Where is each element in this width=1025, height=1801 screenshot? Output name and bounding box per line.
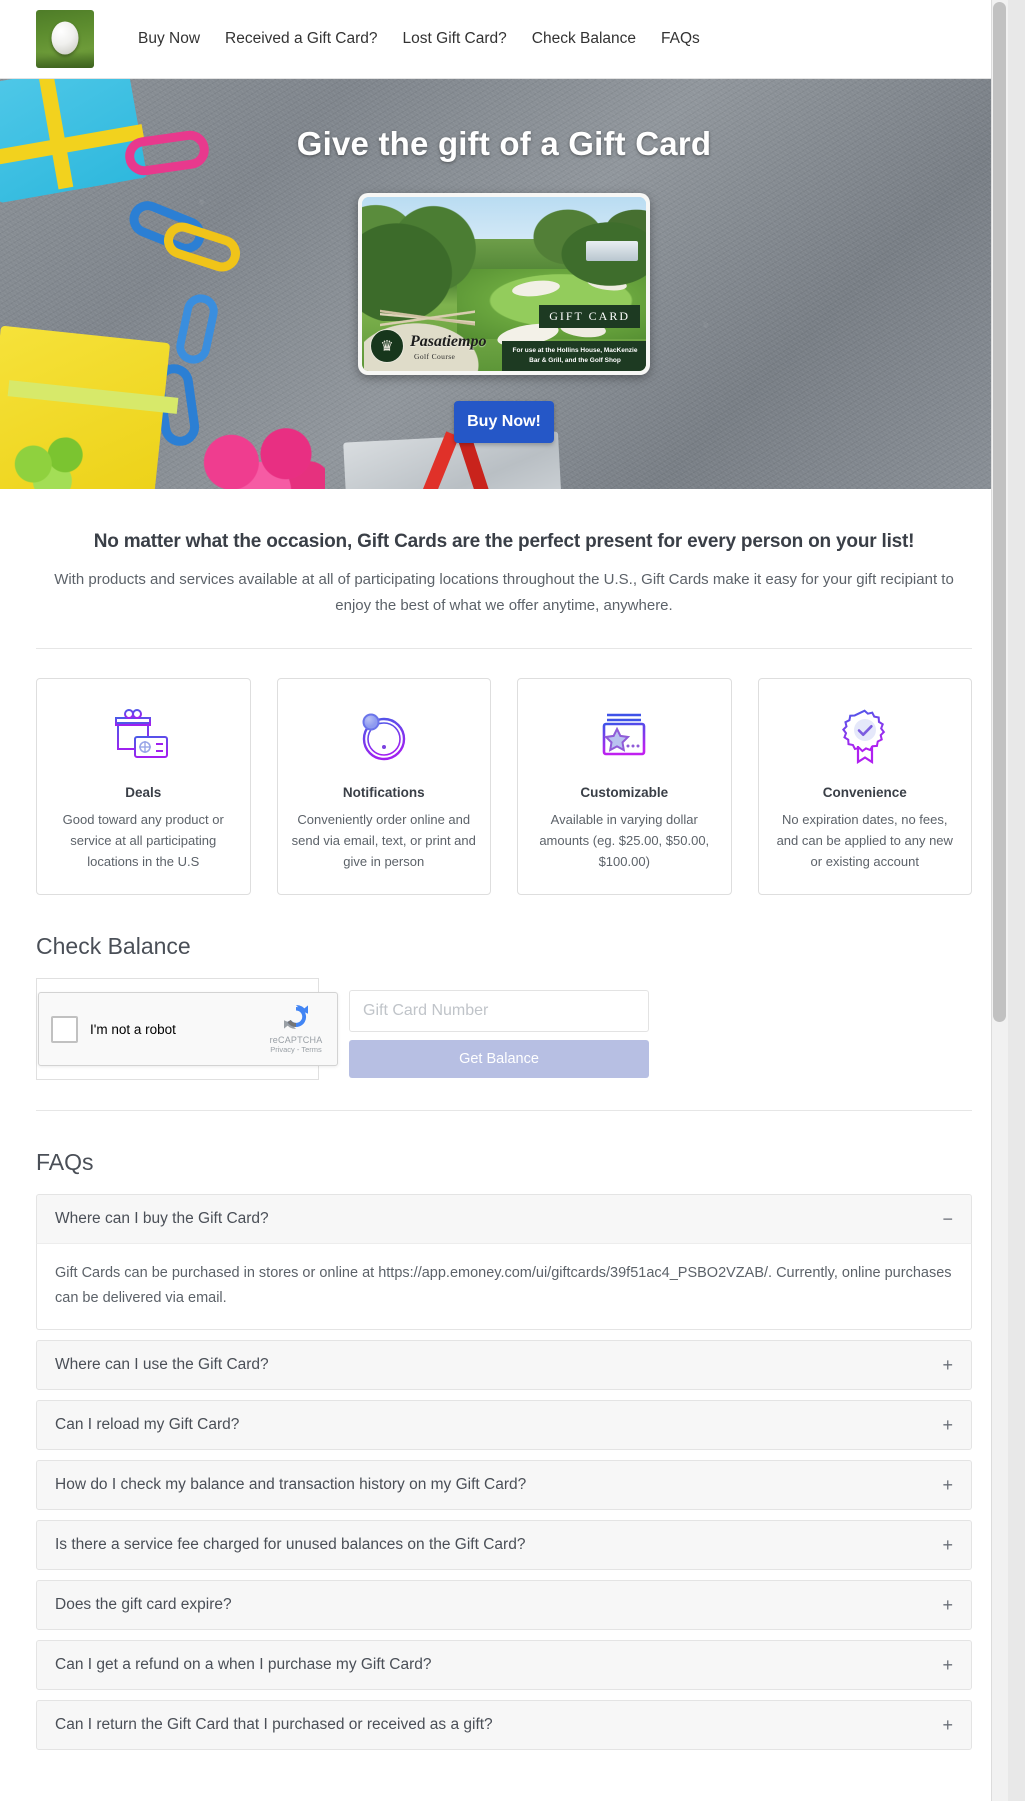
intro-heading: No matter what the occasion, Gift Cards … xyxy=(93,531,915,552)
gift-card-crest-icon: ♛ xyxy=(370,329,404,363)
feature-description: Conveniently order online and send via e… xyxy=(291,812,476,870)
feature-card-deals: Deals Good toward any product or service… xyxy=(36,678,251,896)
gift-card-image: ♛ Pasatiempo Golf Course GIFT CARD For u… xyxy=(358,193,650,375)
faq-item: How do I check my balance and transactio… xyxy=(36,1460,972,1511)
get-balance-button[interactable]: Get Balance xyxy=(349,1040,649,1079)
faq-question-text: Can I get a refund on a when I purchase … xyxy=(55,1656,432,1674)
faq-question-text: Does the gift card expire? xyxy=(55,1596,232,1614)
gift-card-clubhouse xyxy=(586,241,638,261)
balance-inputs: Get Balance xyxy=(349,978,649,1079)
gift-card-footer-text: For use at the Hollins House, MacKenzie … xyxy=(502,341,646,371)
faq-item: Where can I use the Gift Card? + xyxy=(36,1340,972,1391)
faq-question-text: Is there a service fee charged for unuse… xyxy=(55,1536,526,1554)
feature-description: Good toward any product or service at al… xyxy=(62,812,224,870)
feature-card-customizable: Customizable Available in varying dollar… xyxy=(517,678,732,896)
plus-icon[interactable]: + xyxy=(942,1476,953,1494)
faq-question-toggle[interactable]: Can I get a refund on a when I purchase … xyxy=(36,1640,972,1691)
feature-title: Deals xyxy=(125,785,162,800)
faq-question-toggle[interactable]: How do I check my balance and transactio… xyxy=(36,1460,972,1511)
nav-link-buy-now[interactable]: Buy Now xyxy=(138,24,200,54)
plus-icon[interactable]: + xyxy=(942,1356,953,1374)
faq-question-toggle[interactable]: Is there a service fee charged for unuse… xyxy=(36,1520,972,1571)
feature-description: No expiration dates, no fees, and can be… xyxy=(776,812,953,870)
recaptcha-brand-name: reCAPTCHA xyxy=(269,1035,323,1046)
recaptcha-branding: reCAPTCHA Privacy - Terms xyxy=(265,1000,327,1054)
top-navigation-bar: Buy Now Received a Gift Card? Lost Gift … xyxy=(0,0,1008,79)
buy-now-button[interactable]: Buy Now! xyxy=(454,401,554,443)
feature-card-convenience: Convenience No expiration dates, no fees… xyxy=(757,678,972,896)
feature-description: Available in varying dollar amounts (eg.… xyxy=(539,812,710,870)
recaptcha-checkbox[interactable] xyxy=(51,1015,78,1043)
intro-paragraph: With products and services available at … xyxy=(54,571,954,614)
gift-card-label: GIFT CARD xyxy=(539,305,640,328)
hero-title: Give the gift of a Gift Card xyxy=(296,125,712,162)
gift-card-brand-sub: Golf Course xyxy=(414,352,456,361)
faq-question-text: How do I check my balance and transactio… xyxy=(55,1476,527,1494)
gift-card-brand-name: Pasatiempo xyxy=(410,333,487,350)
nav-link-lost-gift-card[interactable]: Lost Gift Card? xyxy=(403,24,507,54)
recaptcha-logo-icon xyxy=(279,1000,313,1034)
section-divider-2 xyxy=(36,1110,972,1112)
plus-icon[interactable]: + xyxy=(942,1536,953,1554)
plus-icon[interactable]: + xyxy=(942,1416,953,1434)
check-balance-title: Check Balance xyxy=(36,933,191,960)
faq-question-toggle[interactable]: Where can I use the Gift Card? + xyxy=(36,1340,972,1391)
gift-card-artwork: ♛ Pasatiempo Golf Course GIFT CARD For u… xyxy=(362,197,646,371)
faq-question-text: Where can I buy the Gift Card? xyxy=(55,1210,269,1228)
star-card-icon xyxy=(532,705,717,767)
faq-item: Where can I buy the Gift Card? − Gift Ca… xyxy=(36,1194,972,1331)
faq-item: Can I get a refund on a when I purchase … xyxy=(36,1640,972,1691)
page-root: Buy Now Received a Gift Card? Lost Gift … xyxy=(0,0,1008,1801)
faq-item: Does the gift card expire? + xyxy=(36,1580,972,1631)
faqs-title: FAQs xyxy=(36,1149,94,1176)
golf-ball-logo-icon[interactable] xyxy=(36,10,94,68)
faq-answer: Gift Cards can be purchased in stores or… xyxy=(36,1244,972,1331)
faq-question-text: Where can I use the Gift Card? xyxy=(55,1356,269,1374)
main-content: No matter what the occasion, Gift Cards … xyxy=(0,489,1008,1781)
faq-question-text: Can I return the Gift Card that I purcha… xyxy=(55,1716,493,1734)
page-scrollbar[interactable] xyxy=(991,0,1008,1801)
recaptcha-terms-link[interactable]: Privacy - Terms xyxy=(265,1045,327,1054)
recaptcha-widget[interactable]: I'm not a robot reCAPTCHA Privacy - Term… xyxy=(38,992,338,1067)
feature-title: Customizable xyxy=(580,785,669,800)
nav-link-check-balance[interactable]: Check Balance xyxy=(532,24,636,54)
faq-item: Can I reload my Gift Card? + xyxy=(36,1400,972,1451)
golf-ball-shape xyxy=(51,21,79,55)
faq-question-text: Can I reload my Gift Card? xyxy=(55,1416,240,1434)
nav-links: Buy Now Received a Gift Card? Lost Gift … xyxy=(138,24,725,54)
plus-icon[interactable]: + xyxy=(942,1656,953,1674)
decorative-green-bow xyxy=(5,434,97,489)
faq-item: Is there a service fee charged for unuse… xyxy=(36,1520,972,1571)
badge-check-icon xyxy=(773,705,958,767)
feature-cards: Deals Good toward any product or service… xyxy=(36,649,972,896)
hero-banner: Give the gift of a Gift Card ♛ Pasatiemp… xyxy=(0,79,1008,489)
faq-list: Where can I buy the Gift Card? − Gift Ca… xyxy=(36,1194,972,1780)
check-balance-form: I'm not a robot reCAPTCHA Privacy - Term… xyxy=(36,978,972,1081)
logo-grass xyxy=(36,52,94,68)
faq-question-toggle[interactable]: Where can I buy the Gift Card? − xyxy=(36,1194,972,1245)
faq-question-toggle[interactable]: Can I return the Gift Card that I purcha… xyxy=(36,1700,972,1751)
faq-question-toggle[interactable]: Can I reload my Gift Card? + xyxy=(36,1400,972,1451)
plus-icon[interactable]: + xyxy=(942,1716,953,1734)
feature-title: Convenience xyxy=(822,785,907,800)
decorative-pink-bow xyxy=(195,424,325,489)
recaptcha-label: I'm not a robot xyxy=(90,1021,176,1037)
decorative-blue-paperclip-3 xyxy=(173,291,221,367)
notification-alert-icon xyxy=(292,705,477,767)
nav-link-faqs[interactable]: FAQs xyxy=(661,24,700,54)
feature-title: Notifications xyxy=(342,785,425,800)
faq-item: Can I return the Gift Card that I purcha… xyxy=(36,1700,972,1751)
plus-icon[interactable]: + xyxy=(942,1596,953,1614)
minus-icon[interactable]: − xyxy=(942,1210,953,1228)
nav-link-received-a-gift-card[interactable]: Received a Gift Card? xyxy=(225,24,378,54)
gift-box-card-icon xyxy=(51,705,236,767)
faq-question-toggle[interactable]: Does the gift card expire? + xyxy=(36,1580,972,1631)
recaptcha-container: I'm not a robot reCAPTCHA Privacy - Term… xyxy=(36,978,338,1081)
feature-card-notifications: Notifications Conveniently order online … xyxy=(276,678,491,896)
gift-card-number-input[interactable] xyxy=(349,990,649,1033)
